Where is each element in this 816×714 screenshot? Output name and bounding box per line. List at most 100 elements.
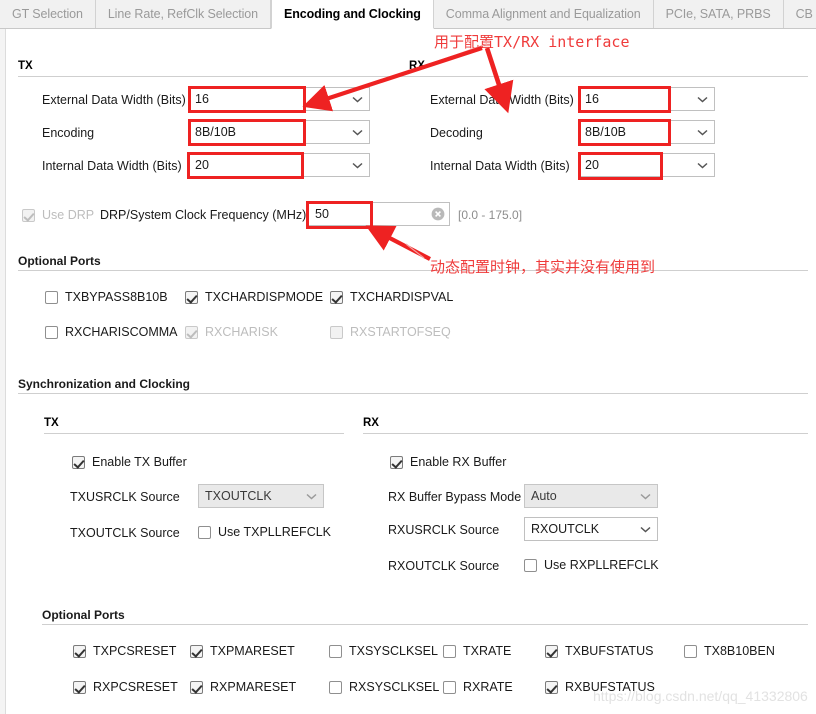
tab-label: Comma Alignment and Equalization (445, 7, 641, 21)
tx-encoding-label: Encoding (42, 126, 95, 140)
rx-external-data-width-value: 16 (585, 92, 599, 106)
tab-gt-selection[interactable]: GT Selection (0, 0, 96, 28)
tab-label: Line Rate, RefClk Selection (107, 7, 258, 21)
drp-frequency-value: 50 (315, 207, 329, 221)
checkbox-box (22, 208, 35, 222)
checkbox-label: TXBYPASS8B10B (65, 290, 168, 304)
checkbox-box (330, 325, 343, 339)
checkbox-txbufstatus[interactable]: TXBUFSTATUS (545, 644, 653, 658)
watermark: https://blog.csdn.net/qq_41332806 (593, 688, 808, 704)
checkbox-enable-rx-buffer[interactable]: Enable RX Buffer (390, 455, 506, 469)
checkbox-txbypass8b10b[interactable]: TXBYPASS8B10B (45, 290, 168, 304)
tab-bar: GT Selection Line Rate, RefClk Selection… (0, 0, 816, 29)
drp-frequency-range-hint: [0.0 - 175.0] (458, 208, 523, 222)
checkbox-box (524, 558, 537, 572)
chevron-down-icon (345, 88, 369, 110)
checkbox-box (72, 455, 85, 469)
sync-tx-rule (44, 433, 344, 434)
checkbox-label: TXBUFSTATUS (565, 644, 654, 658)
rxusrclk-source-label: RXUSRCLK Source (388, 523, 500, 537)
encoding-and-clocking-panel: GT Selection Line Rate, RefClk Selection… (0, 0, 816, 714)
rx-decoding-value: 8B/10B (585, 125, 627, 139)
rx-decoding-combo[interactable]: 8B/10B (578, 120, 715, 144)
checkbox-box (45, 325, 58, 339)
tab-cb-and[interactable]: CB and (783, 0, 816, 28)
checkbox-label: Use TXPLLREFCLK (218, 525, 332, 539)
sync-section-title: Synchronization and Clocking (18, 377, 191, 391)
drp-frequency-input[interactable]: 50 (308, 202, 450, 226)
panel-left-edge (0, 29, 6, 714)
checkbox-label: Use RXPLLREFCLK (544, 558, 659, 572)
checkbox-label: TXPMARESET (210, 644, 295, 658)
sync-rx-rule (363, 433, 808, 434)
checkbox-box (390, 455, 403, 469)
txusrclk-source-label: TXUSRCLK Source (70, 490, 180, 504)
checkbox-box (330, 290, 343, 304)
checkbox-rxchariscomma[interactable]: RXCHARISCOMMA (45, 325, 178, 339)
drp-frequency-label: DRP/System Clock Frequency (MHz) (100, 208, 307, 222)
tx-encoding-combo[interactable]: 8B/10B (188, 120, 370, 144)
chevron-down-icon (299, 485, 323, 507)
checkbox-use-txpllrefclk[interactable]: Use TXPLLREFCLK (198, 525, 331, 539)
checkbox-txrate[interactable]: TXRATE (443, 644, 511, 658)
checkbox-txchardispval[interactable]: TXCHARDISPVAL (330, 290, 453, 304)
checkbox-use-rxpllrefclk[interactable]: Use RXPLLREFCLK (524, 558, 659, 572)
tab-label: CB and (795, 7, 816, 21)
use-drp-label: Use DRP (42, 208, 95, 222)
checkbox-label: TXSYSCLKSEL (349, 644, 438, 658)
annotation-arrow-rx (484, 47, 514, 114)
rxoutclk-source-label: RXOUTCLK Source (388, 559, 500, 573)
checkbox-rxpmareset[interactable]: RXPMARESET (190, 680, 296, 694)
rxusrclk-source-combo[interactable]: RXOUTCLK (524, 517, 658, 541)
tab-label: Encoding and Clocking (284, 7, 421, 21)
annotation-note-1-en: TX/RX interface (494, 33, 630, 51)
optional-ports-top-rule (18, 270, 808, 271)
checkbox-box (684, 644, 697, 658)
chevron-down-icon (690, 121, 714, 143)
encoding-tx-group-header: TX (18, 60, 33, 72)
checkbox-box (190, 644, 203, 658)
checkbox-box (443, 644, 456, 658)
checkbox-box (198, 525, 211, 539)
chevron-down-icon (633, 518, 657, 540)
checkbox-txpmareset[interactable]: TXPMARESET (190, 644, 295, 658)
rx-buffer-bypass-mode-value: Auto (531, 489, 557, 503)
clear-icon[interactable] (427, 203, 449, 225)
chevron-down-icon (345, 121, 369, 143)
annotation-note-2: 动态配置时钟，其实并没有使用到 (430, 258, 656, 276)
rx-external-data-width-combo[interactable]: 16 (578, 87, 715, 111)
tx-internal-data-width-combo[interactable]: 20 (188, 153, 370, 177)
checkbox-txsysclksel[interactable]: TXSYSCLKSEL (329, 644, 438, 658)
tab-comma-alignment-and-equalization[interactable]: Comma Alignment and Equalization (433, 0, 654, 28)
checkbox-txpcsreset[interactable]: TXPCSRESET (73, 644, 176, 658)
checkbox-label: TXRATE (463, 644, 512, 658)
tab-line-rate-refclk-selection[interactable]: Line Rate, RefClk Selection (95, 0, 271, 28)
checkbox-rxstartofseq: RXSTARTOFSEQ (330, 325, 451, 339)
checkbox-enable-tx-buffer[interactable]: Enable TX Buffer (72, 455, 187, 469)
checkbox-txchardispmode[interactable]: TXCHARDISPMODE (185, 290, 323, 304)
rx-internal-data-width-combo[interactable]: 20 (578, 153, 715, 177)
tab-label: GT Selection (12, 7, 83, 21)
optional-ports-bottom-title: Optional Ports (42, 608, 125, 622)
use-drp-checkbox[interactable]: Use DRP (22, 208, 94, 222)
chevron-down-icon (345, 154, 369, 176)
tab-label: PCIe, SATA, PRBS (665, 7, 771, 21)
checkbox-tx8b10ben[interactable]: TX8B10BEN (684, 644, 775, 658)
checkbox-rxsysclksel[interactable]: RXSYSCLKSEL (329, 680, 439, 694)
checkbox-rxrate[interactable]: RXRATE (443, 680, 513, 694)
rx-buffer-bypass-mode-label: RX Buffer Bypass Mode (388, 490, 522, 504)
tx-internal-data-width-value: 20 (195, 158, 209, 172)
tab-pcie-sata-prbs[interactable]: PCIe, SATA, PRBS (653, 0, 784, 28)
tx-external-data-width-combo[interactable]: 16 (188, 87, 370, 111)
txusrclk-source-combo[interactable]: TXOUTCLK (198, 484, 324, 508)
sync-rx-group-header: RX (363, 417, 379, 429)
checkbox-label: RXPMARESET (210, 680, 297, 694)
checkbox-label: RXSTARTOFSEQ (350, 325, 451, 339)
checkbox-label: TXCHARDISPVAL (350, 290, 454, 304)
checkbox-label: RXRATE (463, 680, 513, 694)
tab-encoding-and-clocking[interactable]: Encoding and Clocking (271, 0, 434, 29)
checkbox-label: RXCHARISCOMMA (65, 325, 178, 339)
checkbox-box (545, 680, 558, 694)
rx-buffer-bypass-mode-combo[interactable]: Auto (524, 484, 658, 508)
checkbox-rxpcsreset[interactable]: RXPCSRESET (73, 680, 178, 694)
